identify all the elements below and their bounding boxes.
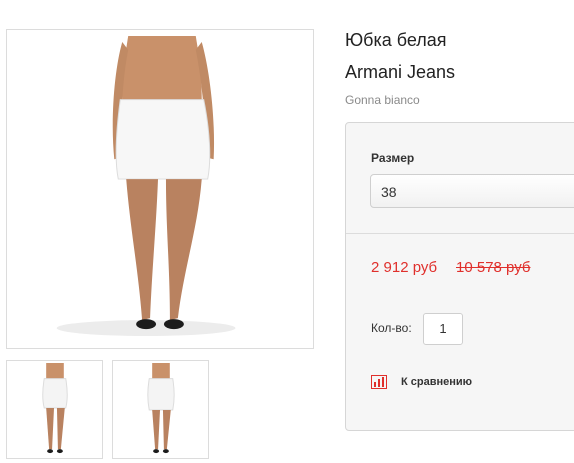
quantity-label: Кол-во: bbox=[371, 321, 412, 335]
thumbnail-front[interactable] bbox=[6, 360, 103, 459]
price-old: 10 578 руб bbox=[456, 259, 531, 276]
purchase-panel: Размер 38 2 912 руб 10 578 руб Кол-во: 1… bbox=[345, 122, 574, 431]
bar-chart-icon bbox=[371, 375, 387, 389]
product-title: Юбка белая bbox=[345, 30, 447, 50]
quantity-input[interactable]: 1 bbox=[423, 313, 463, 345]
size-label: Размер bbox=[371, 151, 415, 165]
product-brand[interactable]: Armani Jeans bbox=[345, 61, 455, 83]
thumbnail-back[interactable] bbox=[112, 360, 209, 459]
thumbnail-front-image bbox=[7, 361, 102, 458]
compare-link[interactable]: К сравнению bbox=[371, 375, 472, 389]
price-current: 2 912 руб bbox=[371, 259, 438, 276]
skirt-model-image bbox=[7, 30, 313, 348]
compare-label: К сравнению bbox=[401, 376, 473, 388]
size-select[interactable]: 38 bbox=[370, 174, 574, 208]
panel-divider bbox=[346, 233, 574, 234]
product-subtitle: Gonna bianco bbox=[345, 93, 420, 107]
main-product-image[interactable] bbox=[6, 29, 314, 349]
thumbnail-back-image bbox=[113, 361, 208, 458]
